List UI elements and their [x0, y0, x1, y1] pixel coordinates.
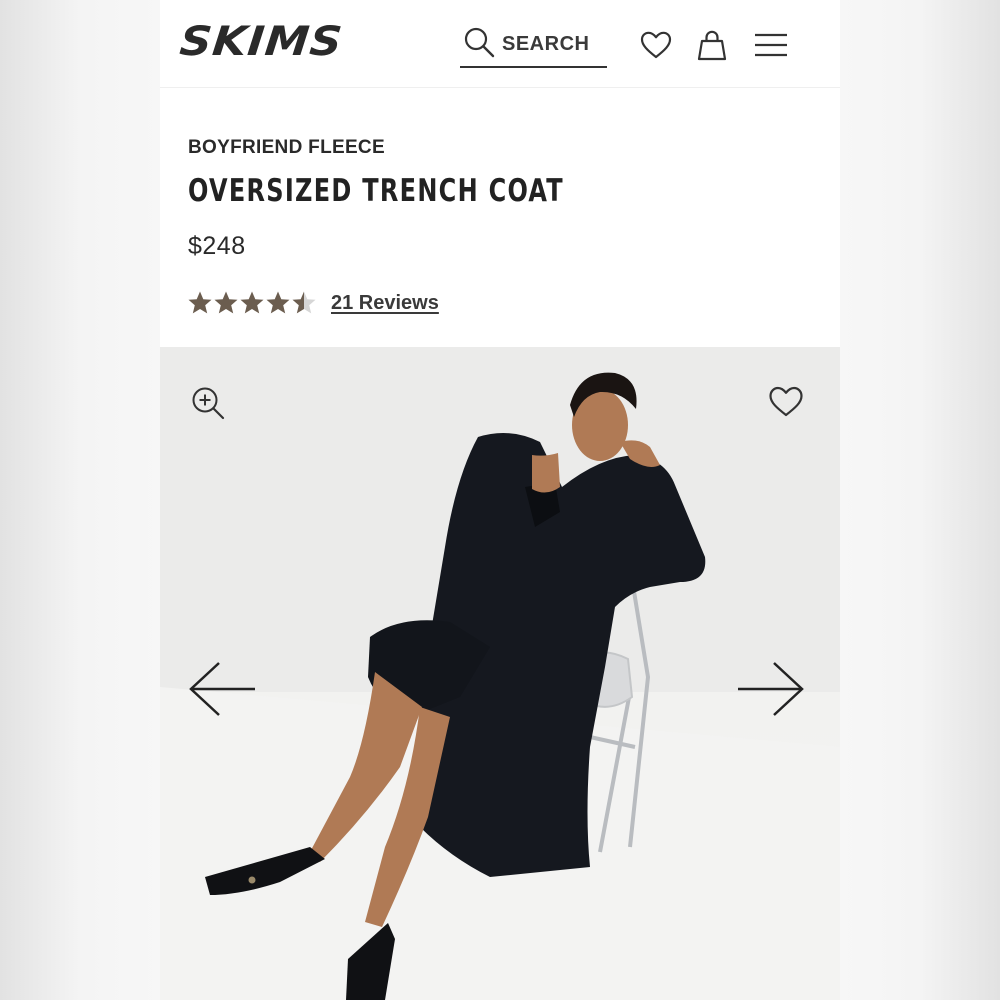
arrow-right-icon[interactable]: [735, 660, 805, 718]
zoom-in-icon[interactable]: [190, 385, 226, 421]
product-price: $248: [188, 232, 246, 260]
star-icon: [266, 291, 290, 314]
heart-outline-icon[interactable]: [768, 384, 804, 418]
search-bar[interactable]: SEARCH: [460, 22, 607, 68]
product-collection[interactable]: BOYFRIEND FLEECE: [188, 137, 385, 159]
reviews-link[interactable]: 21 Reviews: [331, 292, 439, 315]
product-image-gallery[interactable]: [160, 347, 840, 1000]
arrow-left-icon[interactable]: [188, 660, 258, 718]
product-rating[interactable]: 21 Reviews: [187, 290, 439, 316]
star-icon: [214, 291, 238, 314]
star-icon: [188, 291, 212, 314]
shopping-bag-icon[interactable]: [695, 28, 729, 62]
star-rating: [187, 290, 317, 316]
star-icon: [292, 291, 316, 314]
mobile-page: SKIMS SEARCH BOYFRIEND FLEECE OVERSIZED …: [160, 0, 840, 1000]
search-icon: [460, 25, 496, 64]
star-icon: [240, 291, 264, 314]
hamburger-menu-icon[interactable]: [754, 28, 788, 62]
search-label: SEARCH: [502, 32, 590, 55]
site-header: SKIMS SEARCH: [160, 0, 840, 88]
heart-icon[interactable]: [639, 28, 673, 62]
brand-logo[interactable]: SKIMS: [178, 18, 346, 65]
product-title: OVERSIZED TRENCH COAT: [188, 173, 564, 209]
